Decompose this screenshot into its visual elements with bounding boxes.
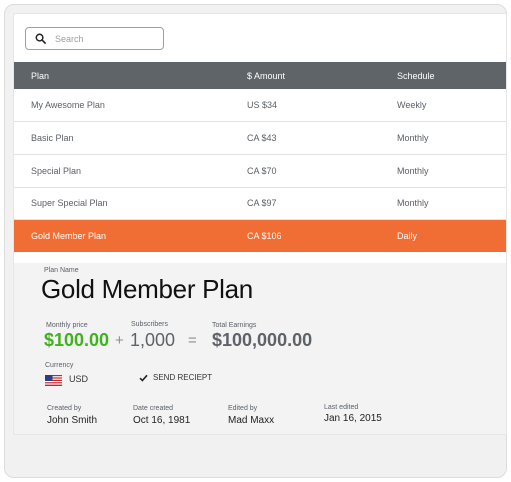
cell-amount: CA $70 bbox=[247, 165, 277, 176]
cell-plan: Gold Member Plan bbox=[31, 231, 107, 242]
table-header-row: Plan $ Amount Schedule bbox=[14, 62, 506, 89]
created-by-label: Created by bbox=[47, 405, 82, 412]
edited-by-value: Mad Maxx bbox=[228, 415, 275, 426]
search-icon bbox=[35, 33, 46, 44]
plus-sign: + bbox=[115, 332, 124, 349]
search-box[interactable] bbox=[25, 27, 164, 50]
created-by-value: John Smith bbox=[47, 415, 98, 426]
us-flag-icon bbox=[45, 375, 62, 386]
currency-value[interactable]: USD bbox=[69, 374, 88, 384]
last-edited-label: Last edited bbox=[324, 404, 359, 411]
send-receipt-toggle[interactable]: SEND RECIEPT bbox=[139, 373, 212, 382]
subscribers-label: Subscribers bbox=[131, 321, 168, 328]
last-edited-value: Jan 16, 2015 bbox=[324, 413, 382, 424]
plans-table: Plan $ Amount Schedule My Awesome Plan U… bbox=[14, 62, 506, 253]
table-row[interactable]: Special Plan CA $70 Monthly bbox=[14, 154, 506, 188]
plans-card: Plan $ Amount Schedule My Awesome Plan U… bbox=[14, 14, 506, 434]
date-created-label: Date created bbox=[133, 405, 174, 412]
table-row[interactable]: Super Special Plan CA $97 Monthly bbox=[14, 187, 506, 220]
column-header-plan[interactable]: Plan bbox=[14, 62, 247, 89]
edited-by-label: Edited by bbox=[228, 405, 258, 412]
table-row[interactable]: Basic Plan CA $43 Monthly bbox=[14, 122, 506, 155]
cell-schedule: Daily bbox=[397, 231, 418, 242]
date-created-value: Oct 16, 1981 bbox=[133, 415, 191, 426]
cell-plan: My Awesome Plan bbox=[31, 100, 105, 111]
cell-plan: Basic Plan bbox=[31, 133, 74, 144]
cell-plan: Super Special Plan bbox=[31, 198, 108, 209]
cell-schedule: Monthly bbox=[397, 198, 429, 209]
monthly-price-label: Monthly price bbox=[46, 322, 88, 329]
table-row[interactable]: My Awesome Plan US $34 Weekly bbox=[14, 89, 506, 122]
cell-plan: Special Plan bbox=[31, 165, 82, 176]
total-earnings-value: $100,000.00 bbox=[212, 330, 313, 350]
cell-schedule: Monthly bbox=[397, 133, 429, 144]
send-receipt-label: SEND RECIEPT bbox=[153, 373, 213, 382]
plan-name-label: Plan Name bbox=[44, 267, 79, 274]
cell-amount: CA $106 bbox=[247, 231, 282, 242]
plan-name: Gold Member Plan bbox=[41, 274, 253, 304]
currency-label: Currency bbox=[45, 362, 74, 369]
column-header-schedule[interactable]: Schedule bbox=[397, 62, 506, 89]
subscribers-value: 1,000 bbox=[130, 330, 176, 350]
monthly-price-value: $100.00 bbox=[44, 330, 110, 350]
cell-schedule: Monthly bbox=[397, 165, 429, 176]
column-header-amount[interactable]: $ Amount bbox=[247, 62, 397, 89]
checkmark-icon bbox=[139, 374, 148, 382]
search-input[interactable] bbox=[55, 33, 155, 44]
equals-sign: = bbox=[188, 332, 197, 349]
cell-amount: CA $43 bbox=[247, 133, 277, 144]
table-row-selected[interactable]: Gold Member Plan CA $106 Daily bbox=[14, 219, 506, 253]
total-earnings-label: Total Earnings bbox=[212, 322, 257, 329]
cell-amount: US $34 bbox=[247, 100, 278, 111]
cell-schedule: Weekly bbox=[397, 100, 427, 111]
cell-amount: CA $97 bbox=[247, 198, 277, 209]
